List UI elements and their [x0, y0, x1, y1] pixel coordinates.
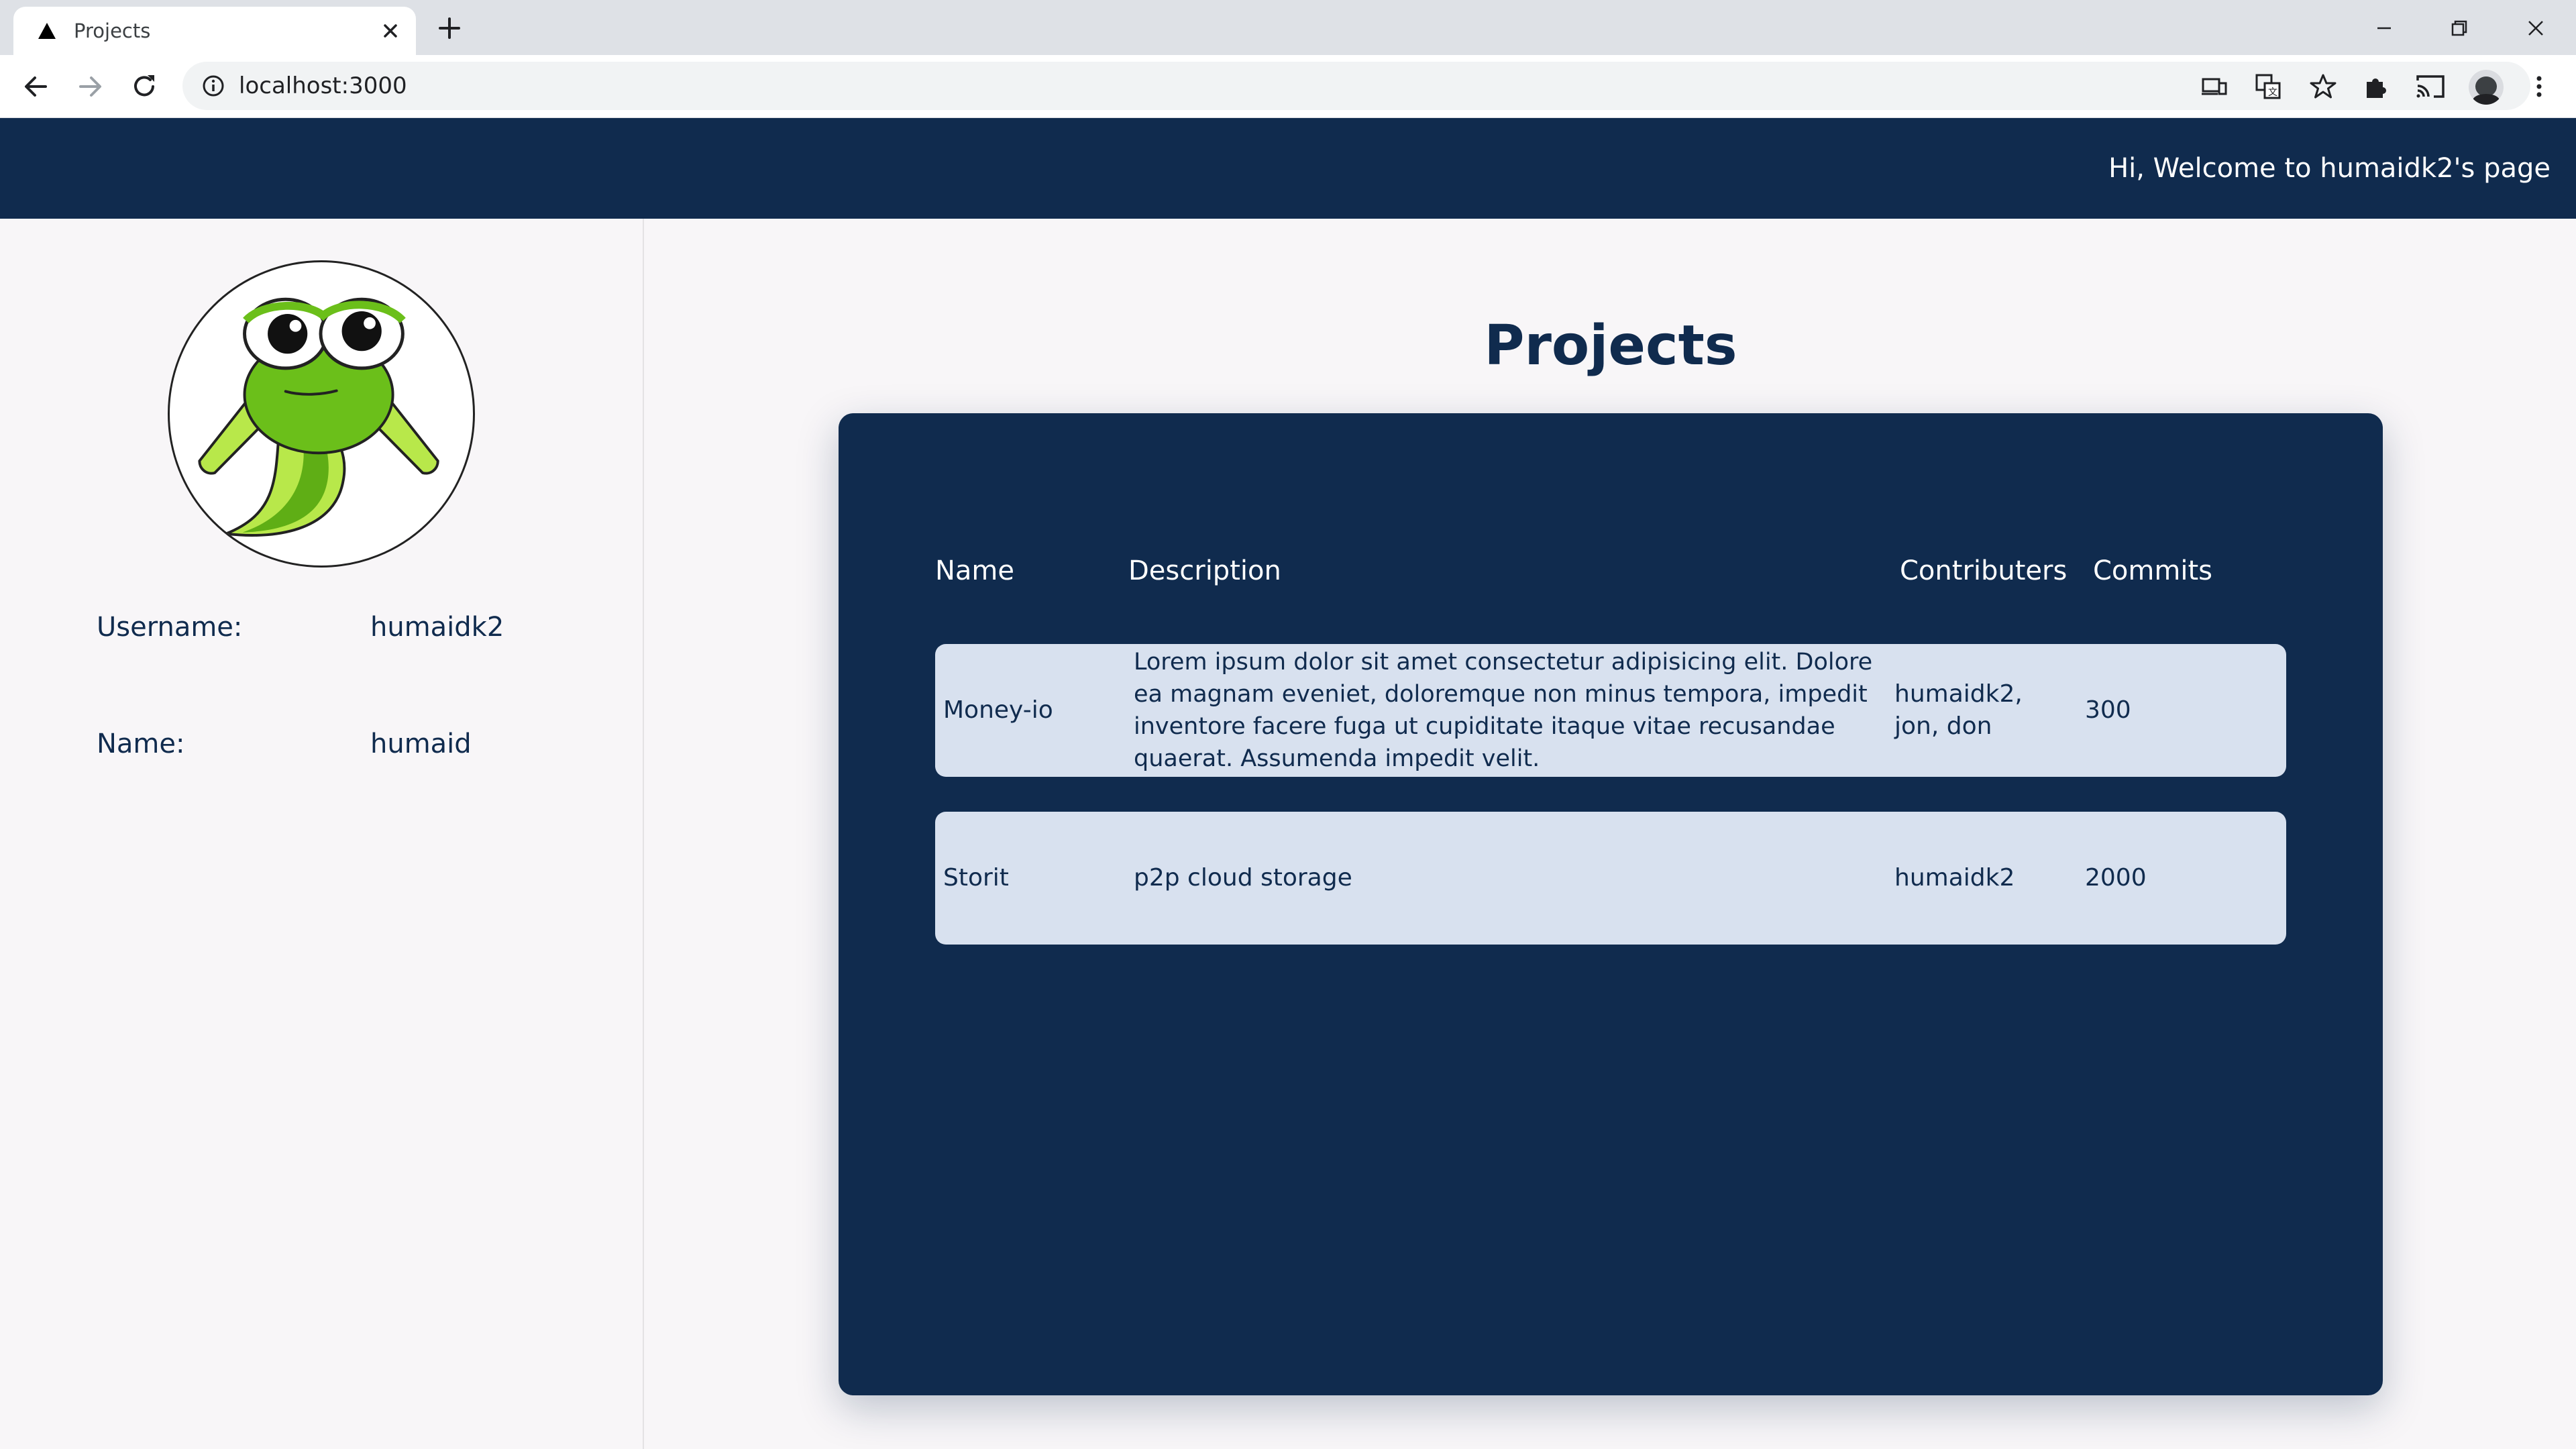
project-description-cell: Lorem ipsum dolor sit amet consectetur a…	[1134, 649, 1873, 772]
page-header: Hi, Welcome to humaidk2's page	[0, 118, 2576, 219]
profile-avatar-icon[interactable]	[2469, 70, 2504, 105]
close-tab-icon[interactable]	[378, 19, 402, 43]
site-info-icon[interactable]	[201, 74, 225, 98]
column-header-commits: Commits	[2093, 555, 2212, 586]
devices-icon[interactable]	[2200, 72, 2229, 101]
forward-arrow-icon[interactable]	[74, 70, 107, 103]
translate-icon[interactable]: 文	[2254, 72, 2282, 101]
column-header-description: Description	[1128, 555, 1281, 586]
name-label: Name:	[97, 729, 185, 759]
address-bar[interactable]: localhost:3000 文	[182, 62, 2530, 110]
welcome-message: Hi, Welcome to humaidk2's page	[2108, 153, 2551, 184]
browser-toolbar: localhost:3000 文	[0, 55, 2576, 118]
table-row[interactable]: Storit p2p cloud storage humaidk2 2000	[935, 812, 2286, 945]
project-name-cell: Storit	[943, 864, 1009, 892]
page-title: Projects	[1484, 314, 1737, 378]
new-tab-icon[interactable]	[436, 15, 463, 42]
browser-tabstrip: Projects	[0, 0, 2576, 55]
extensions-puzzle-icon[interactable]	[2360, 70, 2394, 103]
browser-tab[interactable]: Projects	[13, 7, 416, 55]
project-contributers-cell: humaidk2	[1894, 864, 2015, 892]
cast-icon[interactable]	[2414, 70, 2447, 103]
username-value: humaidk2	[370, 612, 504, 643]
projects-table: Name Description Contributers Commits Mo…	[839, 413, 2383, 1395]
project-commits-cell: 2000	[2085, 864, 2147, 892]
bookmark-star-icon[interactable]	[2309, 72, 2337, 101]
tab-title: Projects	[74, 19, 151, 42]
back-arrow-icon[interactable]	[19, 70, 52, 103]
close-window-icon[interactable]	[2517, 9, 2555, 47]
reload-icon[interactable]	[127, 70, 161, 103]
table-row[interactable]: Money-io Lorem ipsum dolor sit amet cons…	[935, 644, 2286, 777]
main-content: Projects Name Description Contributers C…	[645, 219, 2576, 1449]
project-commits-cell: 300	[2085, 696, 2131, 724]
username-label: Username:	[97, 612, 243, 643]
url-text: localhost:3000	[239, 72, 407, 99]
svg-text:文: 文	[2268, 87, 2277, 98]
frog-mascot-icon	[198, 297, 439, 537]
name-value: humaid	[370, 729, 472, 759]
project-description-cell: p2p cloud storage	[1134, 864, 1352, 892]
project-name-cell: Money-io	[943, 696, 1053, 724]
restore-icon[interactable]	[2440, 9, 2478, 47]
minimize-icon[interactable]	[2365, 9, 2403, 47]
browser-menu-icon[interactable]	[2522, 70, 2556, 103]
project-contributers-cell: humaidk2, jon, don	[1894, 680, 2023, 740]
column-header-name: Name	[935, 555, 1015, 586]
profile-sidebar: Username: humaidk2 Name: humaid	[0, 219, 644, 1449]
triangle-favicon-icon	[38, 23, 56, 39]
profile-avatar	[168, 260, 475, 568]
column-header-contributers: Contributers	[1900, 555, 2068, 586]
